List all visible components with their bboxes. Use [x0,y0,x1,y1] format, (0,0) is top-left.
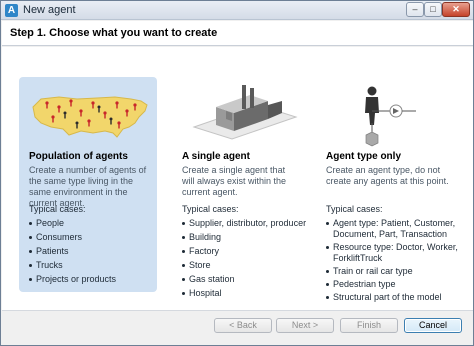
option-description: Create an agent type, do not create any … [326,165,449,186]
option-title: A single agent [182,151,250,162]
typical-cases-list: Agent type: Patient, Customer, Document,… [326,218,461,305]
list-item: Trucks [29,260,116,271]
list-item: Building [182,232,306,243]
list-item: Store [182,260,306,271]
typical-cases-label: Typical cases: [326,204,383,214]
agent-type-flow-icon [365,86,416,147]
finish-button[interactable]: Finish [340,318,398,333]
next-button[interactable]: Next > [276,318,334,333]
list-item: Supplier, distributor, producer [182,218,306,229]
list-item: Consumers [29,232,116,243]
factory-building-icon [192,85,298,140]
list-item: Resource type: Doctor, Worker, ForkliftT… [326,242,461,264]
typical-cases-list: Supplier, distributor, producer Building… [182,218,306,302]
option-single-agent[interactable]: A single agent Create a single agent tha… [172,77,312,298]
usa-map-with-people-icon [32,96,148,138]
maximize-button[interactable]: □ [424,2,442,17]
option-agent-type-only[interactable]: Agent type only Create an agent type, do… [316,77,466,302]
wizard-footer: < Back Next > Finish Cancel [2,310,473,345]
window-title: New agent [23,4,76,16]
list-item: Train or rail car type [326,266,461,277]
typical-cases-label: Typical cases: [29,204,86,214]
new-agent-dialog: A New agent – □ ✕ Step 1. Choose what yo… [0,0,474,346]
wizard-content: Population of agents Create a number of … [2,47,473,310]
title-bar[interactable]: A New agent – □ ✕ [1,1,473,20]
minimize-button[interactable]: – [406,2,424,17]
option-population-of-agents[interactable]: Population of agents Create a number of … [19,77,157,292]
anylogic-app-icon: A [5,4,18,17]
step-title: Step 1. Choose what you want to create [10,27,218,39]
option-description: Create a number of agents of the same ty… [29,165,147,208]
list-item: People [29,218,116,229]
close-button[interactable]: ✕ [442,2,470,17]
option-description: Create a single agent that will always e… [182,165,287,197]
list-item: Patients [29,246,116,257]
list-item: Agent type: Patient, Customer, Document,… [326,218,461,240]
list-item: Gas station [182,274,306,285]
list-item: Pedestrian type [326,279,461,290]
list-item: Factory [182,246,306,257]
option-title: Population of agents [29,151,128,162]
list-item: Hospital [182,288,306,299]
wizard-header: Step 1. Choose what you want to create [2,21,473,46]
typical-cases-list: People Consumers Patients Trucks Project… [29,218,116,288]
list-item: Projects or products [29,274,116,285]
list-item: Structural part of the model [326,292,461,303]
option-title: Agent type only [326,151,402,162]
typical-cases-label: Typical cases: [182,204,239,214]
cancel-button[interactable]: Cancel [404,318,462,333]
back-button[interactable]: < Back [214,318,272,333]
